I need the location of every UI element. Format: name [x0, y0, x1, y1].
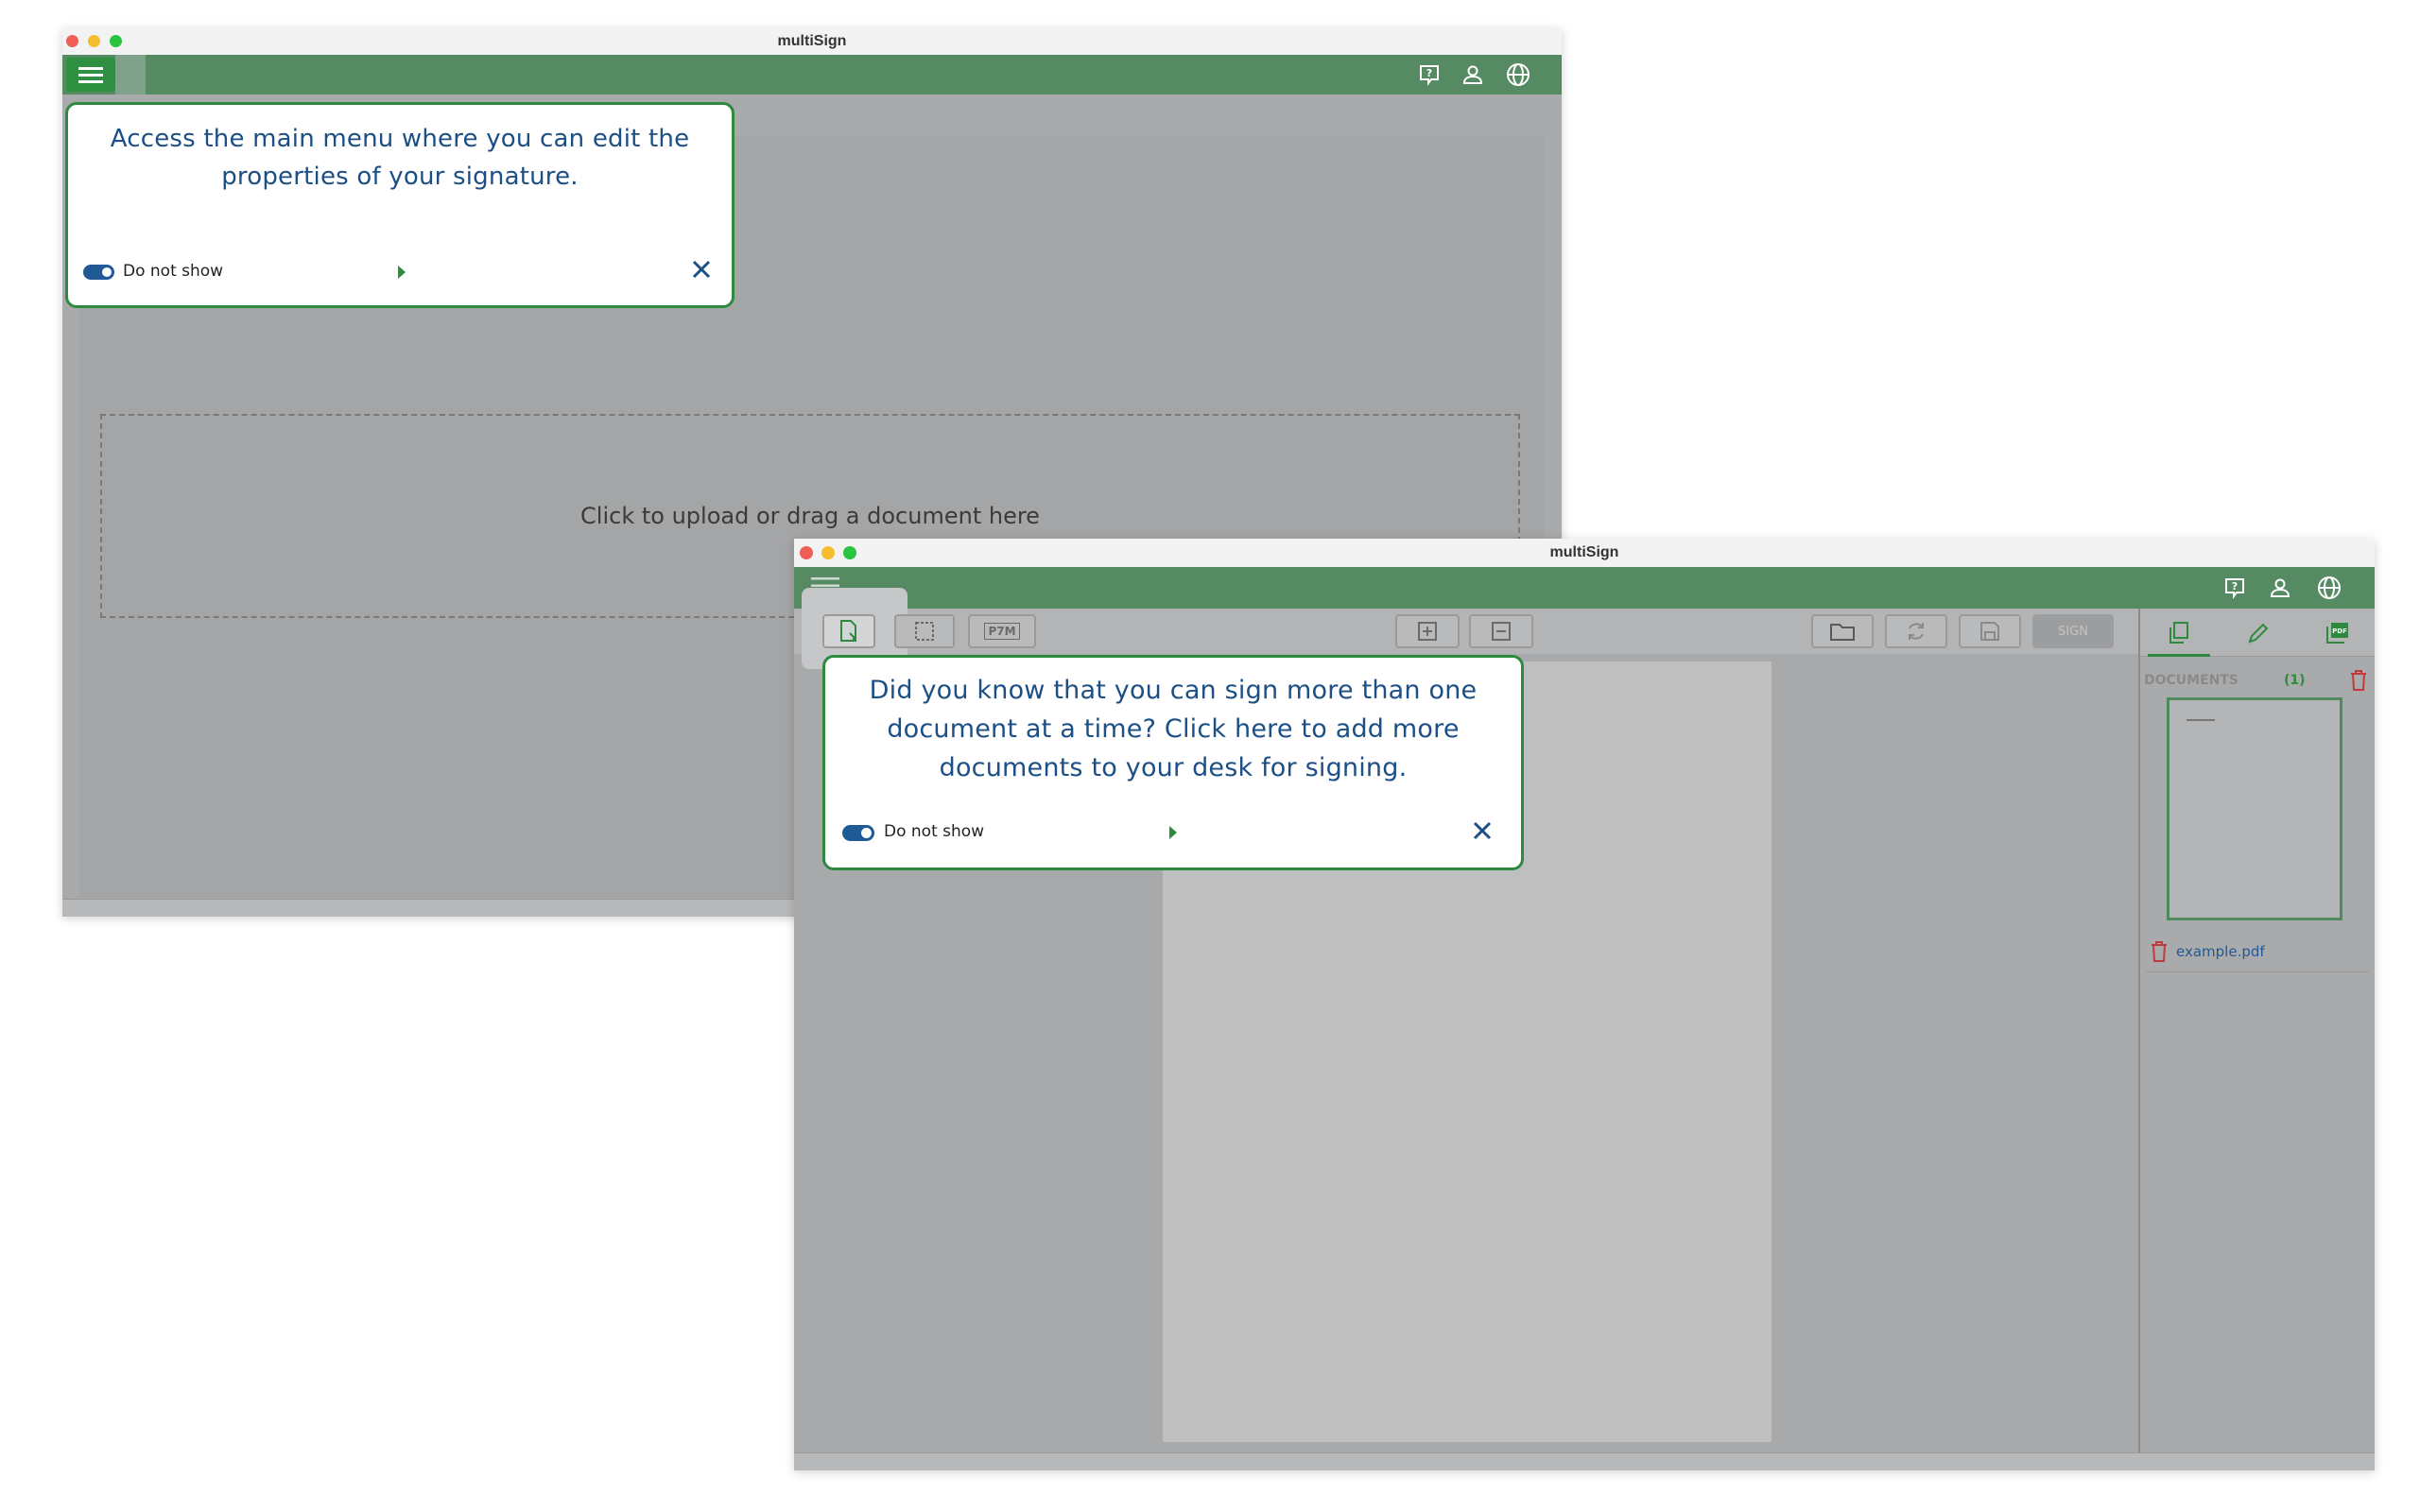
next-tip-button[interactable]: [1169, 826, 1177, 839]
p7m-label: P7M: [984, 623, 1020, 640]
refresh-button[interactable]: [1885, 614, 1947, 648]
app-header: ?: [62, 55, 1562, 94]
right-panel: PDF DOCUMENTS (1) example.pdf: [2138, 609, 2375, 1453]
p7m-button[interactable]: P7M: [968, 614, 1036, 648]
globe-icon: [2318, 576, 2341, 599]
language-button[interactable]: [1505, 61, 1531, 88]
svg-text:?: ?: [1426, 67, 1432, 79]
add-document-icon: [840, 620, 856, 642]
language-button[interactable]: [2316, 575, 2342, 601]
tab-pdf[interactable]: PDF: [2307, 612, 2369, 654]
zoom-in-icon: [1418, 622, 1437, 641]
user-icon: [1462, 65, 1483, 84]
front-titlebar: multiSign: [794, 539, 2375, 568]
tab-edit[interactable]: [2227, 612, 2290, 654]
menu-highlight: [115, 55, 146, 94]
zoom-out-button[interactable]: [1469, 614, 1533, 648]
documents-count: (1): [2284, 673, 2306, 688]
tooltip-message: Did you know that you can sign more than…: [869, 676, 1478, 782]
document-thumbnail[interactable]: [2167, 697, 2342, 920]
documents-label: DOCUMENTS: [2144, 673, 2239, 688]
folder-icon: [1830, 624, 1855, 641]
do-not-show-toggle[interactable]: [83, 265, 114, 280]
help-icon: ?: [2225, 578, 2244, 599]
pdf-icon: PDF: [2326, 623, 2348, 644]
select-area-button[interactable]: [894, 614, 955, 648]
close-icon[interactable]: [1472, 820, 1493, 841]
sign-label: SIGN: [2058, 624, 2088, 639]
add-documents-tooltip: Did you know that you can sign more than…: [822, 655, 1524, 870]
window-title: multiSign: [777, 33, 847, 49]
window-title: multiSign: [1549, 544, 1619, 560]
documents-icon: [2169, 622, 2188, 644]
pdf-icon-label: PDF: [2332, 627, 2347, 635]
back-titlebar: multiSign: [62, 28, 1562, 56]
document-file-name[interactable]: example.pdf: [2176, 943, 2265, 960]
menu-tooltip: Access the main menu where you can edit …: [65, 102, 735, 308]
user-button[interactable]: [2267, 575, 2293, 601]
zoom-out-icon: [1492, 622, 1511, 641]
do-not-show-label: Do not show: [123, 262, 224, 281]
add-document-button[interactable]: [822, 614, 875, 648]
help-button[interactable]: ?: [2221, 575, 2248, 601]
sign-button[interactable]: SIGN: [2032, 614, 2114, 648]
save-icon: [1980, 622, 1999, 641]
do-not-show-toggle[interactable]: [842, 825, 874, 841]
menu-button[interactable]: [66, 58, 115, 92]
zoom-in-button[interactable]: [1395, 614, 1460, 648]
globe-icon: [1507, 63, 1530, 86]
tab-documents[interactable]: [2148, 612, 2210, 657]
delete-all-icon[interactable]: [2348, 669, 2369, 692]
help-button[interactable]: ?: [1416, 61, 1443, 88]
user-icon: [2270, 578, 2290, 597]
app-header: ?: [794, 567, 2375, 609]
do-not-show-label: Do not show: [884, 822, 985, 841]
status-bar: [794, 1452, 2375, 1470]
hamburger-icon: [78, 67, 103, 83]
open-folder-button[interactable]: [1811, 614, 1874, 648]
svg-text:?: ?: [2232, 580, 2238, 593]
user-button[interactable]: [1460, 61, 1486, 88]
tooltip-message: Access the main menu where you can edit …: [110, 125, 690, 191]
select-area-icon: [915, 622, 934, 641]
front-window: multiSign ? P7M SIGN PDF DOCUMENTS (1) e…: [794, 539, 2375, 1470]
refresh-icon: [1909, 623, 1924, 640]
file-divider: [2146, 971, 2369, 972]
thumbnail-text-line: [2187, 719, 2215, 721]
delete-document-icon[interactable]: [2150, 941, 2169, 962]
pencil-icon: [2248, 623, 2269, 644]
next-tip-button[interactable]: [398, 266, 406, 279]
dropzone-text: Click to upload or drag a document here: [580, 503, 1040, 529]
help-icon: ?: [1420, 65, 1439, 86]
close-icon[interactable]: [691, 259, 712, 280]
save-button[interactable]: [1959, 614, 2021, 648]
